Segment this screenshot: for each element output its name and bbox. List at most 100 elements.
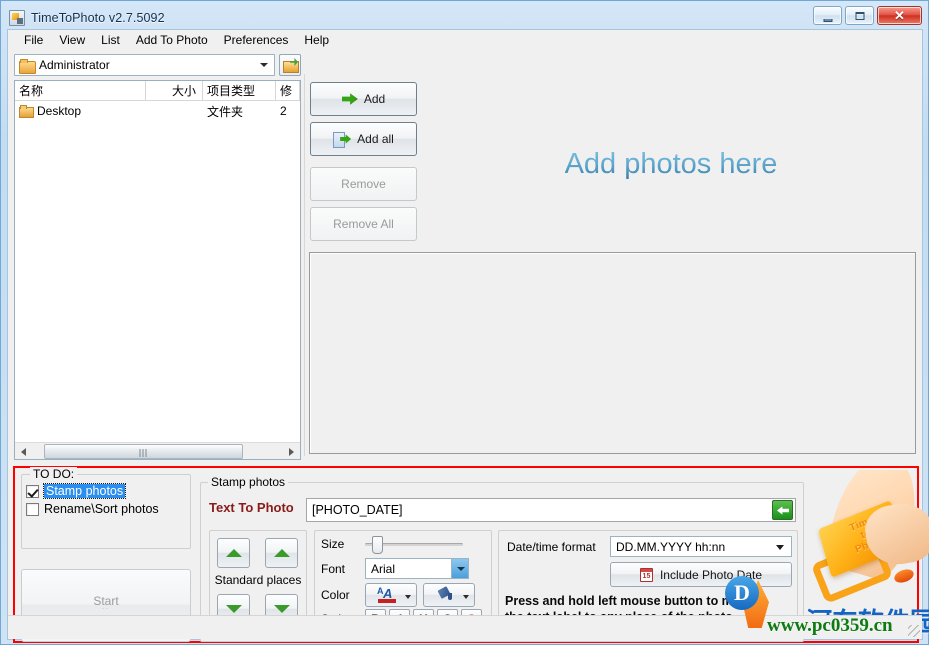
scroll-thumb[interactable] — [44, 443, 243, 459]
path-value: Administrator — [39, 58, 110, 72]
todo-item-label: Rename\Sort photos — [44, 502, 159, 516]
size-row: Size — [321, 536, 463, 554]
fill-color-button[interactable] — [423, 583, 475, 607]
checkbox-stamp-photos[interactable] — [26, 484, 39, 498]
place-top-left-button[interactable] — [217, 538, 250, 568]
add-all-button[interactable]: Add all — [310, 122, 417, 156]
todo-item-stamp-photos[interactable]: Stamp photos — [22, 482, 190, 500]
include-photo-date-label: Include Photo Date — [659, 567, 763, 582]
file-type-cell: 文件夹 — [207, 104, 244, 119]
close-button[interactable]: ✕ — [877, 6, 922, 25]
open-folder-icon — [283, 59, 299, 73]
column-header-modified[interactable]: 修 — [276, 81, 300, 100]
menu-view[interactable]: View — [51, 31, 93, 49]
add-all-icon — [333, 132, 351, 148]
file-list[interactable]: 名称 大小 项目类型 修 Desktop 文件夹 2 — [14, 80, 301, 460]
date-format-value: DD.MM.YYYY hh:nn — [616, 539, 726, 554]
include-photo-date-button[interactable]: Include Photo Date — [610, 562, 792, 587]
application-window: TimeToPhoto v2.7.5092 ✕ File View List A… — [0, 0, 929, 645]
stamp-knob-shape — [892, 566, 916, 586]
fill-color-icon — [436, 586, 456, 603]
menu-list[interactable]: List — [93, 31, 128, 49]
photo-preview-panel[interactable] — [309, 252, 916, 454]
stamp-text-input[interactable]: [PHOTO_DATE] — [306, 498, 796, 522]
chevron-down-icon[interactable] — [256, 55, 272, 75]
scroll-track[interactable] — [32, 442, 283, 459]
scroll-right-button[interactable] — [283, 442, 300, 459]
chevron-down-icon[interactable] — [405, 595, 411, 599]
menu-file[interactable]: File — [16, 31, 51, 49]
green-arrow-right-icon — [341, 93, 358, 105]
todo-item-label: Stamp photos — [42, 483, 127, 499]
stamp-group-legend: Stamp photos — [208, 475, 289, 489]
chevron-down-icon[interactable] — [776, 545, 784, 550]
file-browser-pane: Administrator 名称 大小 项目类型 修 Desktop 文件夹 2 — [14, 54, 301, 460]
font-combo[interactable]: Arial — [365, 558, 469, 579]
place-top-right-button[interactable] — [265, 538, 298, 568]
table-row[interactable]: Desktop 文件夹 2 — [15, 101, 300, 121]
app-icon — [9, 10, 25, 26]
window-title: TimeToPhoto v2.7.5092 — [31, 11, 165, 25]
start-button-label: Start — [93, 594, 119, 608]
font-value: Arial — [371, 561, 396, 576]
column-header-name[interactable]: 名称 — [15, 81, 146, 100]
file-name-cell: Desktop — [15, 104, 146, 118]
column-header-size[interactable]: 大小 — [146, 81, 203, 100]
drop-area-text: Add photos here — [564, 147, 778, 180]
color-row: Color AA — [321, 583, 475, 607]
file-list-header: 名称 大小 项目类型 修 — [15, 81, 300, 101]
watermark-url: www.pc0359.cn — [767, 615, 893, 636]
size-slider[interactable] — [365, 536, 463, 554]
menu-bar: File View List Add To Photo Preferences … — [8, 30, 922, 50]
standard-places-label: Standard places — [214, 573, 302, 587]
add-button-label: Add — [363, 92, 386, 106]
chevron-down-icon[interactable] — [463, 595, 469, 599]
path-combo[interactable]: Administrator — [14, 54, 275, 76]
date-format-combo[interactable]: DD.MM.YYYY hh:nn — [610, 536, 792, 557]
menu-help[interactable]: Help — [296, 31, 337, 49]
green-arrow-left-icon[interactable] — [772, 500, 793, 520]
add-all-button-label: Add all — [357, 132, 394, 146]
horizontal-scrollbar[interactable] — [15, 442, 300, 459]
text-to-photo-label: Text To Photo — [209, 500, 294, 515]
color-label: Color — [321, 588, 350, 602]
action-button-column: Add Add all Remove Remove All — [310, 82, 417, 247]
todo-item-rename-sort-photos[interactable]: Rename\Sort photos — [22, 500, 190, 518]
font-color-icon: AA — [377, 586, 399, 603]
remove-all-button[interactable]: Remove All — [310, 207, 417, 241]
todo-legend: TO DO: — [30, 467, 78, 481]
slider-thumb[interactable] — [372, 536, 383, 554]
font-row: Font Arial — [321, 558, 469, 579]
minimize-button[interactable] — [813, 6, 842, 25]
remove-all-button-label: Remove All — [333, 217, 394, 231]
font-label: Font — [321, 561, 346, 576]
maximize-button[interactable] — [845, 6, 874, 25]
folder-icon — [19, 58, 36, 74]
window-frame: TimeToPhoto v2.7.5092 ✕ File View List A… — [0, 0, 929, 645]
photo-drop-area[interactable]: Add photos here — [427, 82, 915, 246]
todo-group: TO DO: Stamp photos Rename\Sort photos — [21, 467, 191, 549]
font-color-button[interactable]: AA — [365, 583, 417, 607]
chevron-down-icon[interactable] — [451, 559, 468, 578]
caption-buttons: ✕ — [813, 6, 922, 25]
scroll-left-button[interactable] — [15, 442, 32, 459]
arrow-up-icon — [225, 549, 242, 557]
browse-folder-button[interactable] — [279, 54, 301, 76]
checkbox-rename-sort-photos[interactable] — [26, 502, 39, 516]
resize-grip-icon[interactable] — [908, 625, 920, 637]
menu-preferences[interactable]: Preferences — [216, 31, 297, 49]
arrow-up-icon — [273, 549, 290, 557]
arrow-down-icon — [273, 605, 290, 613]
size-label: Size — [321, 537, 345, 551]
menu-add-to-photo[interactable]: Add To Photo — [128, 31, 216, 49]
add-button[interactable]: Add — [310, 82, 417, 116]
arrow-down-icon — [225, 605, 242, 613]
pane-divider — [304, 74, 305, 456]
folder-icon — [19, 105, 34, 118]
title-bar: TimeToPhoto v2.7.5092 ✕ — [7, 6, 922, 30]
file-modified-cell: 2 — [280, 104, 287, 118]
client-area: File View List Add To Photo Preferences … — [7, 29, 929, 643]
column-header-type[interactable]: 项目类型 — [203, 81, 276, 100]
remove-button-label: Remove — [341, 177, 386, 191]
remove-button[interactable]: Remove — [310, 167, 417, 201]
